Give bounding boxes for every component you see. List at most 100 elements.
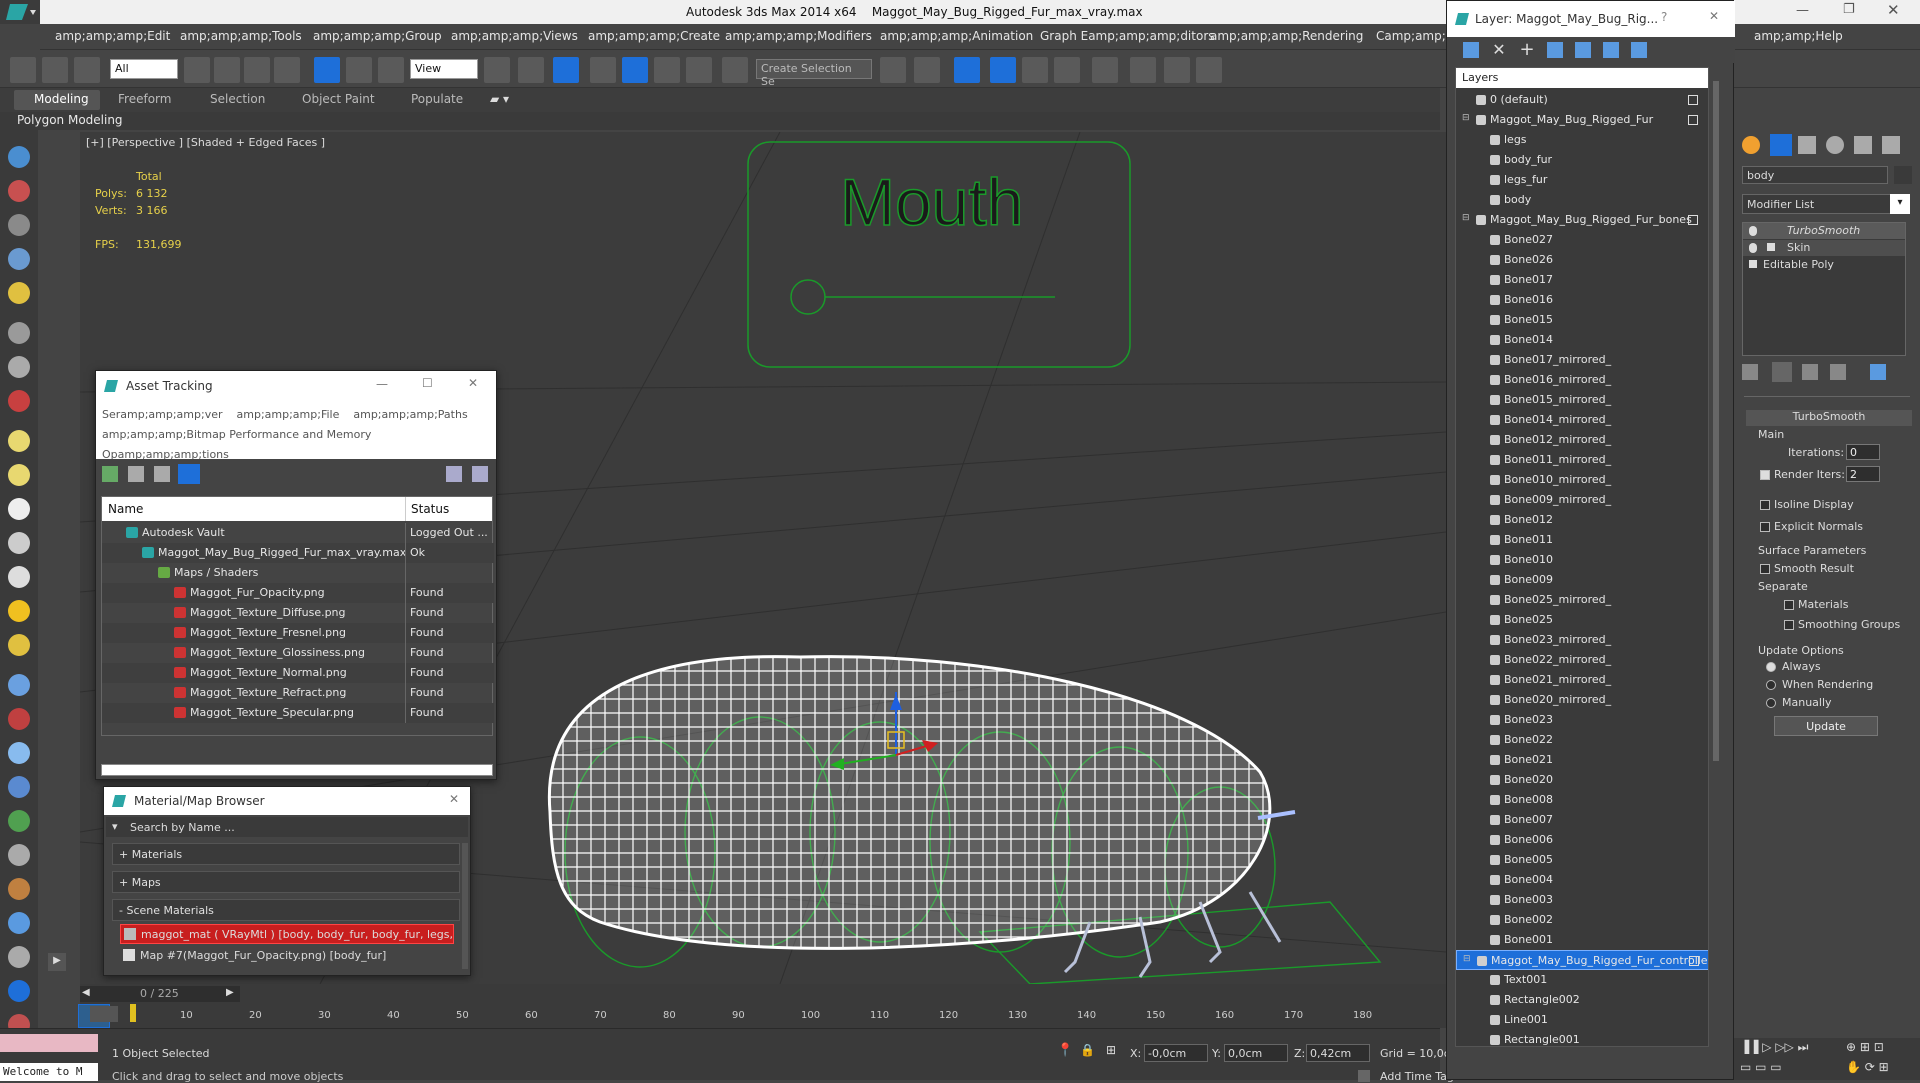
layer-row[interactable]: 0 (default)	[1456, 90, 1708, 110]
lightbulb-icon[interactable]	[1749, 243, 1757, 253]
asset-row[interactable]: Maggot_Texture_Fresnel.png Found	[102, 623, 494, 643]
layer-object-row[interactable]: Bone011_mirrored_	[1456, 450, 1708, 470]
z-coordinate-field[interactable]: 0,42cm	[1306, 1044, 1370, 1062]
make-unique-icon[interactable]	[1802, 364, 1818, 380]
menu-rendering[interactable]: amp;amp;amp;Rendering	[1210, 29, 1363, 43]
grid-icon[interactable]	[8, 248, 30, 270]
menu-help[interactable]: amp;amp;Help	[1754, 29, 1843, 43]
layer-object-row[interactable]: Bone009_mirrored_	[1456, 490, 1708, 510]
cone-icon[interactable]	[8, 566, 30, 588]
chevron-down-icon[interactable]: ▾	[1890, 194, 1910, 214]
search-options-icon[interactable]: ▾	[112, 820, 118, 833]
biped-icon[interactable]	[8, 742, 30, 764]
column-status[interactable]: Status	[411, 502, 449, 516]
asset-row[interactable]: Maggot_Texture_Specular.png Found	[102, 703, 494, 723]
layer-object-row[interactable]: Line001	[1456, 1010, 1708, 1030]
pivot-center-icon[interactable]	[484, 57, 510, 83]
asset-row[interactable]: Autodesk Vault Logged Out ...	[102, 523, 494, 543]
reference-coordinate-dropdown[interactable]: View	[410, 59, 478, 79]
menu-group[interactable]: amp;amp;amp;Group	[313, 29, 442, 43]
expand-icon[interactable]	[1767, 243, 1775, 251]
tab-populate[interactable]: Populate	[411, 92, 463, 106]
section-materials[interactable]: + Materials	[112, 843, 460, 865]
layer-visibility-checkbox[interactable]	[1689, 956, 1699, 966]
layer-object-row[interactable]: Bone017_mirrored_	[1456, 350, 1708, 370]
menu-create[interactable]: amp;amp;amp;Create	[588, 29, 720, 43]
layer-object-row[interactable]: Bone010	[1456, 550, 1708, 570]
maxscript-listener[interactable]	[0, 1034, 98, 1052]
layer-object-row[interactable]: Bone016	[1456, 290, 1708, 310]
modifier-list-dropdown[interactable]: Modifier List	[1742, 194, 1902, 214]
plane-icon[interactable]	[8, 430, 30, 452]
helper-icon[interactable]	[8, 356, 30, 378]
menu-modifiers[interactable]: amp;amp;amp;Modifiers	[725, 29, 872, 43]
camera-icon[interactable]	[8, 322, 30, 344]
asset-row[interactable]: Maggot_Texture_Refract.png Found	[102, 683, 494, 703]
key-mode-icon[interactable]: ▭ ▭ ▭	[1740, 1060, 1782, 1074]
object-color-swatch[interactable]	[1894, 166, 1912, 184]
select-manipulate-icon[interactable]	[518, 57, 544, 83]
select-rotate-icon[interactable]	[346, 57, 372, 83]
globe-icon[interactable]	[8, 776, 30, 798]
iterations-spinner[interactable]: 0	[1846, 444, 1880, 460]
smoothing-groups-checkbox[interactable]	[1784, 620, 1794, 630]
collapse-icon[interactable]: ⊟	[1462, 213, 1470, 223]
layer-object-row[interactable]: Bone006	[1456, 830, 1708, 850]
layer-object-row[interactable]: Bone005	[1456, 850, 1708, 870]
layer-object-row[interactable]: Bone016_mirrored_	[1456, 370, 1708, 390]
bind-space-warp-icon[interactable]	[74, 57, 100, 83]
layer-object-row[interactable]: Bone002	[1456, 910, 1708, 930]
close-icon[interactable]: ✕	[1709, 9, 1719, 23]
tree-view-icon[interactable]	[154, 466, 170, 482]
render-iters-spinner[interactable]: 2	[1846, 466, 1880, 482]
layer-object-row[interactable]: Bone020	[1456, 770, 1708, 790]
keyboard-shortcut-override-icon[interactable]	[553, 57, 579, 83]
close-icon[interactable]: ✕	[468, 376, 478, 390]
when-rendering-radio[interactable]	[1766, 680, 1776, 690]
plant-icon[interactable]	[8, 810, 30, 832]
menu-paths[interactable]: amp;amp;amp;Paths	[353, 408, 467, 421]
pin-icon[interactable]: 📍	[1057, 1043, 1073, 1058]
hierarchy-tab-icon[interactable]	[1798, 136, 1816, 154]
light-icon[interactable]	[8, 282, 30, 304]
list-view-icon[interactable]	[128, 466, 144, 482]
display-tab-icon[interactable]	[1854, 136, 1872, 154]
expand-arrow-icon[interactable]: ▶	[48, 953, 66, 971]
maxscript-output[interactable]: Welcome to M	[0, 1063, 98, 1081]
configure-modifier-sets-icon[interactable]	[1870, 364, 1886, 380]
select-by-name-icon[interactable]	[214, 57, 240, 83]
named-selection-set-input[interactable]: Create Selection Se	[756, 59, 872, 88]
motion-tab-icon[interactable]	[1826, 136, 1844, 154]
refresh-icon[interactable]	[102, 466, 118, 482]
geosphere-icon[interactable]	[8, 498, 30, 520]
menu-tools[interactable]: amp;amp;amp;Tools	[180, 29, 302, 43]
expand-icon[interactable]	[1749, 260, 1757, 268]
layer-object-row[interactable]: Bone025	[1456, 610, 1708, 630]
hair-icon[interactable]	[8, 674, 30, 696]
layer-options-icon[interactable]	[1631, 42, 1647, 58]
viewport-label[interactable]: [+] [Perspective ] [Shaded + Edged Faces…	[86, 136, 325, 149]
notes-icon[interactable]	[8, 214, 30, 236]
asset-row[interactable]: Maps / Shaders	[102, 563, 494, 583]
layer-object-row[interactable]: Bone004	[1456, 870, 1708, 890]
asset-path-field[interactable]	[101, 764, 493, 776]
stack-item-editable-poly[interactable]: Editable Poly	[1743, 257, 1905, 273]
layer-object-row[interactable]: Bone011	[1456, 530, 1708, 550]
timeline-track[interactable]: 10 20 30 40 50 60 70 80 90 100 110 120 130 140 150 160 1…	[130, 1004, 1446, 1028]
atmos-icon[interactable]	[8, 878, 30, 900]
section-scene-materials[interactable]: - Scene Materials	[112, 899, 460, 921]
timeline-toggle-icon[interactable]	[90, 1006, 118, 1022]
align-icon[interactable]	[914, 57, 940, 83]
prev-frame-icon[interactable]: ◀	[82, 987, 90, 998]
pin-stack-icon[interactable]	[1742, 364, 1758, 380]
layer-object-row[interactable]: Bone007	[1456, 810, 1708, 830]
update-button[interactable]: Update	[1774, 716, 1878, 736]
menu-customize[interactable]: Camp;amp;	[1376, 29, 1446, 43]
layer-object-row[interactable]: Bone022_mirrored_	[1456, 650, 1708, 670]
add-time-tag[interactable]: Add Time Tag	[1380, 1070, 1454, 1083]
scene-explorer-icon[interactable]	[954, 57, 980, 83]
percent-snap-icon[interactable]	[654, 57, 680, 83]
collapse-icon[interactable]: ⊟	[1462, 113, 1470, 123]
timeline-cursor[interactable]	[130, 1004, 136, 1022]
manually-radio[interactable]	[1766, 698, 1776, 708]
